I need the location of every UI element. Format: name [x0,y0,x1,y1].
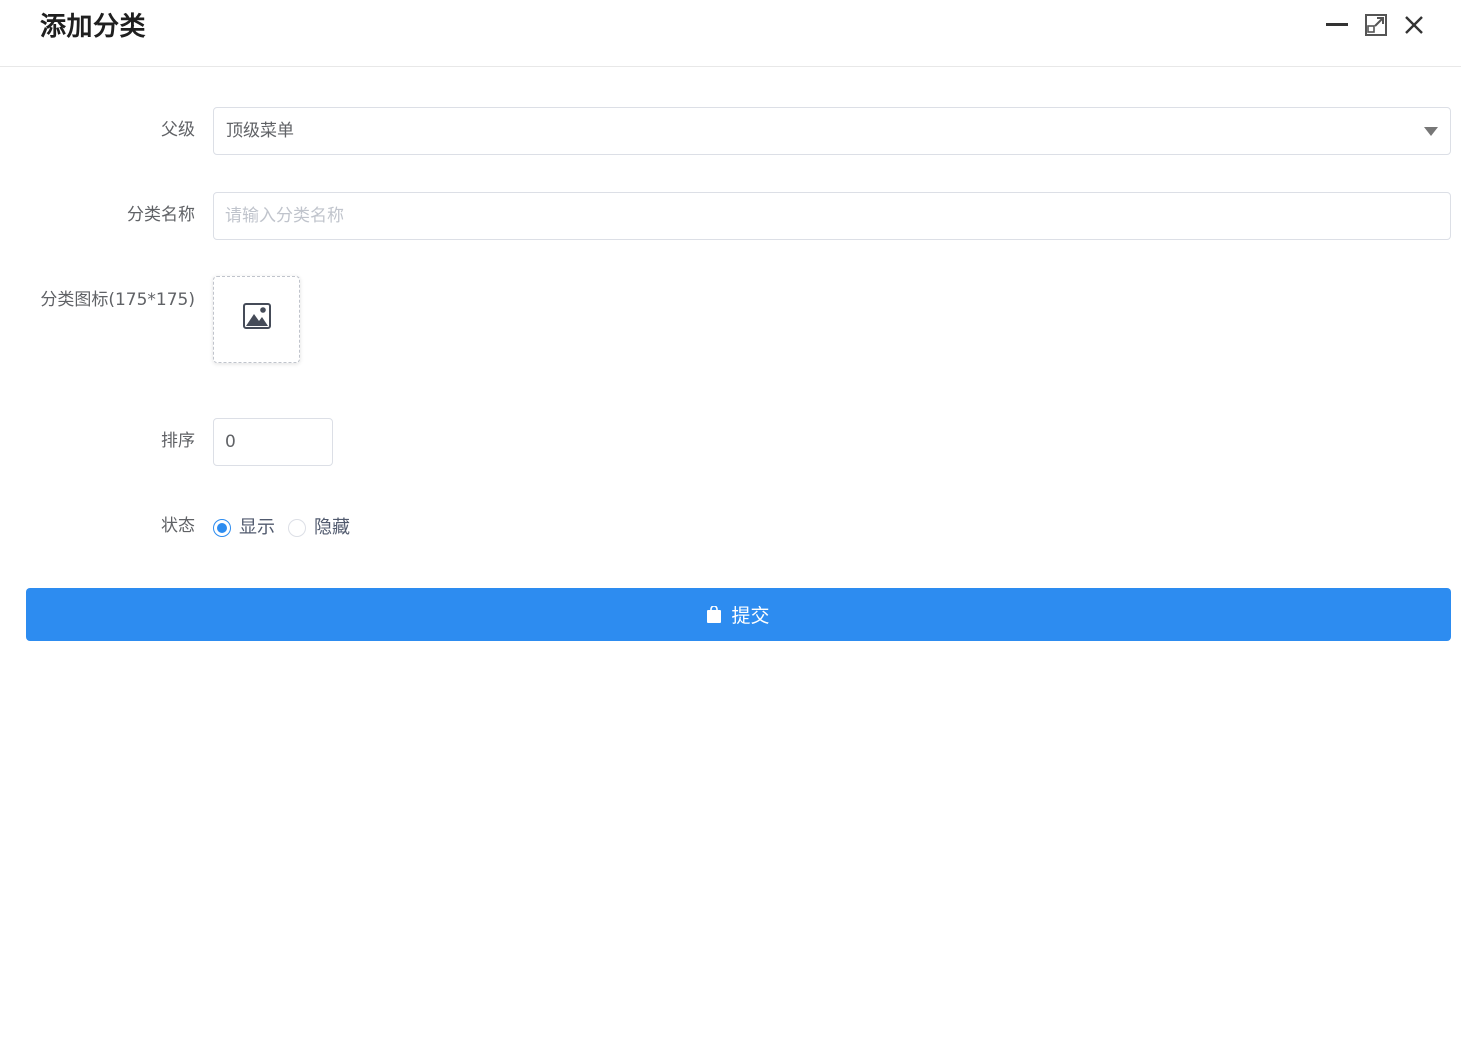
icon-label: 分类图标(175*175) [40,290,195,310]
status-label: 状态 [161,516,195,536]
parent-select[interactable]: 顶级菜单 [213,107,1451,155]
category-name-input[interactable] [213,192,1451,240]
caret-down-icon [1424,127,1438,136]
radio-checked-icon [213,519,231,537]
radio-unchecked-icon [288,519,306,537]
status-option-label: 隐藏 [314,517,350,538]
sort-input[interactable] [213,418,333,466]
parent-label: 父级 [161,120,195,140]
close-icon [1405,16,1423,34]
close-button[interactable] [1400,11,1428,39]
add-category-dialog: 添加分类 父级 顶级菜单 分类名称 请输入分类名称 分类图标(175*175) … [0,0,1461,1038]
status-option-label: 显示 [239,517,275,538]
parent-select-value: 顶级菜单 [226,121,294,141]
dialog-header: 添加分类 [0,0,1461,67]
status-radio-hide[interactable]: 隐藏 [288,516,350,540]
image-icon [243,303,271,329]
shopping-bag-icon [707,606,722,623]
dialog-title: 添加分类 [40,12,147,42]
minimize-button[interactable] [1323,11,1351,39]
maximize-icon [1365,14,1387,36]
icon-upload[interactable] [213,276,300,363]
submit-label: 提交 [731,605,770,627]
status-radio-show[interactable]: 显示 [213,516,275,540]
minimize-icon [1326,23,1348,26]
maximize-button[interactable] [1362,11,1390,39]
submit-button[interactable]: 提交 [26,588,1451,641]
name-label: 分类名称 [127,205,195,225]
sort-label: 排序 [161,431,195,451]
